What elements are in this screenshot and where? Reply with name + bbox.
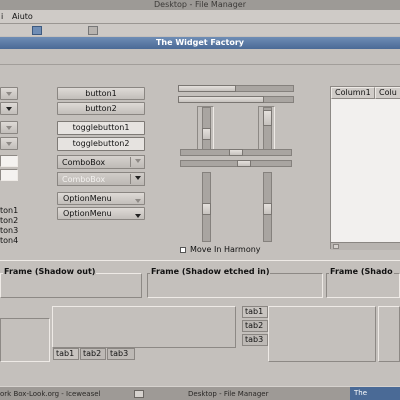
vscale-4-thumb[interactable] (263, 203, 272, 215)
vscale-4[interactable] (263, 172, 272, 242)
vscale-1-thumb[interactable] (202, 128, 211, 140)
entry-field-1[interactable] (0, 155, 18, 167)
hscale-1-fill (178, 85, 236, 92)
vscale-3[interactable] (202, 172, 211, 242)
tree-column-header-2[interactable]: Colu (375, 87, 400, 99)
notebook-side-tabs-page (268, 306, 376, 362)
arrow-down-icon (135, 195, 141, 206)
file-manager-title: Desktop - File Manager (154, 0, 246, 9)
vscale-3-thumb[interactable] (202, 203, 211, 215)
combobox-2-label: ComboBox (62, 175, 106, 184)
tab-bottom-1[interactable]: tab1 (53, 348, 79, 360)
frame-shadow-out-label: Frame (Shadow out) (3, 267, 97, 276)
option-menu-1-label: OptionMenu (63, 194, 112, 203)
option-menu-2[interactable]: OptionMenu (57, 207, 145, 220)
combobox-1-arrow[interactable] (130, 157, 144, 167)
vscale-1[interactable] (202, 107, 211, 151)
notebook-partial-right (378, 306, 400, 362)
tree-view[interactable]: Column1 Colu (330, 86, 400, 250)
menu-item-partial[interactable]: i (1, 12, 3, 21)
radio-label-1[interactable]: ton1 (0, 206, 18, 216)
togglebutton2[interactable]: togglebutton2 (57, 137, 145, 151)
tab-side-1[interactable]: tab1 (242, 306, 268, 318)
combobox-2[interactable]: ComboBox (57, 172, 145, 186)
separator (0, 260, 400, 261)
file-manager-titlebar[interactable]: Desktop - File Manager (0, 0, 400, 10)
widget-factory-title: The Widget Factory (155, 38, 245, 47)
frame-shadow-out (0, 273, 142, 298)
tab-side-3[interactable]: tab3 (242, 334, 268, 346)
notebook-partial-left (0, 318, 50, 362)
widget-factory-menubar (0, 49, 400, 65)
tree-hscrollbar[interactable] (331, 242, 400, 250)
file-manager-menubar: i Aiuto (0, 10, 400, 24)
entry-field-2[interactable] (0, 169, 18, 181)
hscale-2-fill (178, 96, 264, 103)
move-in-harmony-label: Move In Harmony (190, 245, 261, 254)
combo-arrow-button-1[interactable] (0, 87, 18, 100)
vscale-2[interactable] (263, 107, 272, 151)
arrow-down-icon (134, 176, 141, 180)
button1[interactable]: button1 (57, 87, 145, 100)
tab-side-2[interactable]: tab2 (242, 320, 268, 332)
arrow-down-icon (6, 107, 12, 111)
vscale-2-thumb[interactable] (263, 110, 272, 126)
radio-label-4[interactable]: ton4 (0, 236, 18, 246)
arrow-down-icon (6, 142, 12, 146)
radio-label-3[interactable]: ton3 (0, 226, 18, 236)
hscale-1[interactable] (178, 85, 294, 92)
arrow-down-icon (134, 159, 141, 163)
taskbar: ork Box-Look.org - Iceweasel Desktop - F… (0, 386, 400, 400)
checkbox-icon[interactable] (180, 247, 186, 253)
hscale-3[interactable] (180, 149, 292, 156)
combo-arrow-button-4[interactable] (0, 137, 18, 150)
combobox-1-label: ComboBox (62, 158, 106, 167)
tree-column-header-1[interactable]: Column1 (331, 87, 375, 99)
option-menu-2-label: OptionMenu (63, 209, 112, 218)
togglebutton1[interactable]: togglebutton1 (57, 121, 145, 135)
scroll-left-arrow[interactable] (333, 244, 339, 249)
notebook-bottom-tabs-page (52, 306, 236, 348)
hscale-2[interactable] (178, 96, 294, 103)
frame-shadow-etched-in-label: Frame (Shadow etched in) (150, 267, 271, 276)
combo-arrow-button-3[interactable] (0, 121, 18, 134)
button2[interactable]: button2 (57, 102, 145, 115)
frame-shadow-partial-label: Frame (Shado (329, 267, 394, 276)
hscale-4[interactable] (180, 160, 292, 167)
frame-shadow-partial (326, 273, 400, 298)
taskbar-item-widget-factory[interactable]: The (350, 387, 400, 400)
hscale-4-thumb[interactable] (237, 160, 251, 167)
hscale-3-thumb[interactable] (229, 149, 243, 156)
taskbar-item-iceweasel[interactable]: ork Box-Look.org - Iceweasel (0, 389, 132, 399)
widget-factory-titlebar[interactable]: The Widget Factory (0, 37, 400, 49)
arrow-down-icon (6, 126, 12, 130)
taskbar-icon[interactable] (134, 390, 144, 398)
tab-bottom-3[interactable]: tab3 (107, 348, 135, 360)
arrow-down-icon (6, 92, 12, 96)
menu-item-aiuto[interactable]: Aiuto (12, 12, 33, 21)
toolbar-icon[interactable] (88, 26, 98, 35)
combobox-2-arrow[interactable] (130, 174, 144, 184)
taskbar-item-file-manager[interactable]: Desktop - File Manager (188, 389, 318, 399)
radio-labels: ton1 ton2 ton3 ton4 (0, 206, 18, 246)
radio-label-2[interactable]: ton2 (0, 216, 18, 226)
frame-shadow-etched-in (147, 273, 323, 298)
arrow-down-icon (135, 210, 141, 221)
file-manager-icon[interactable] (32, 26, 42, 35)
combobox-1[interactable]: ComboBox (57, 155, 145, 169)
file-manager-toolbar (0, 24, 400, 36)
combo-arrow-button-2[interactable] (0, 102, 18, 115)
option-menu-1[interactable]: OptionMenu (57, 192, 145, 205)
tab-bottom-2[interactable]: tab2 (80, 348, 106, 360)
